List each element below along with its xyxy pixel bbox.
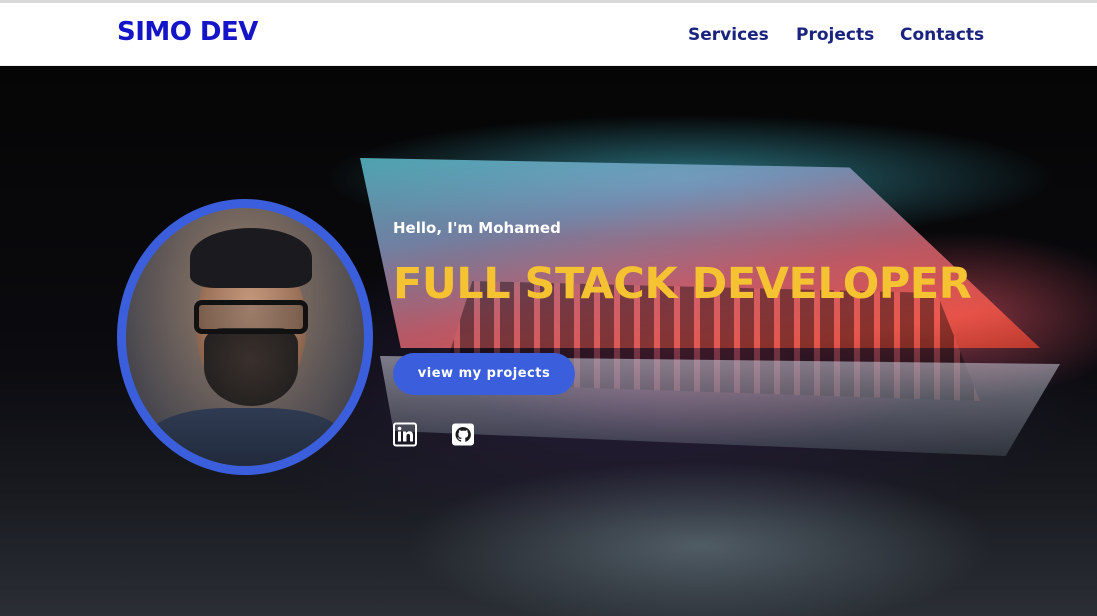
view-projects-button[interactable]: view my projects (393, 353, 575, 395)
greeting-text: Hello, I'm Mohamed (393, 219, 561, 237)
nav-link-projects[interactable]: Projects (796, 25, 874, 45)
photo-hair (190, 228, 312, 288)
navbar: SIMO DEV Services Projects Contacts (0, 3, 1097, 66)
page-title: FULL STACK DEVELOPER (393, 259, 972, 309)
github-link[interactable] (451, 422, 475, 447)
photo-shirt (146, 408, 346, 466)
linkedin-icon (393, 422, 417, 447)
profile-photo (126, 208, 364, 466)
hero-section: Hello, I'm Mohamed FULL STACK DEVELOPER … (0, 66, 1097, 616)
nav-link-services[interactable]: Services (688, 25, 769, 45)
photo-glasses (194, 300, 308, 334)
linkedin-link[interactable] (393, 422, 417, 447)
photo-beard (204, 328, 298, 406)
profile-photo-frame (117, 199, 373, 475)
github-icon (452, 423, 474, 446)
nav-link-contacts[interactable]: Contacts (900, 25, 984, 45)
brand-logo[interactable]: SIMO DEV (117, 17, 258, 47)
